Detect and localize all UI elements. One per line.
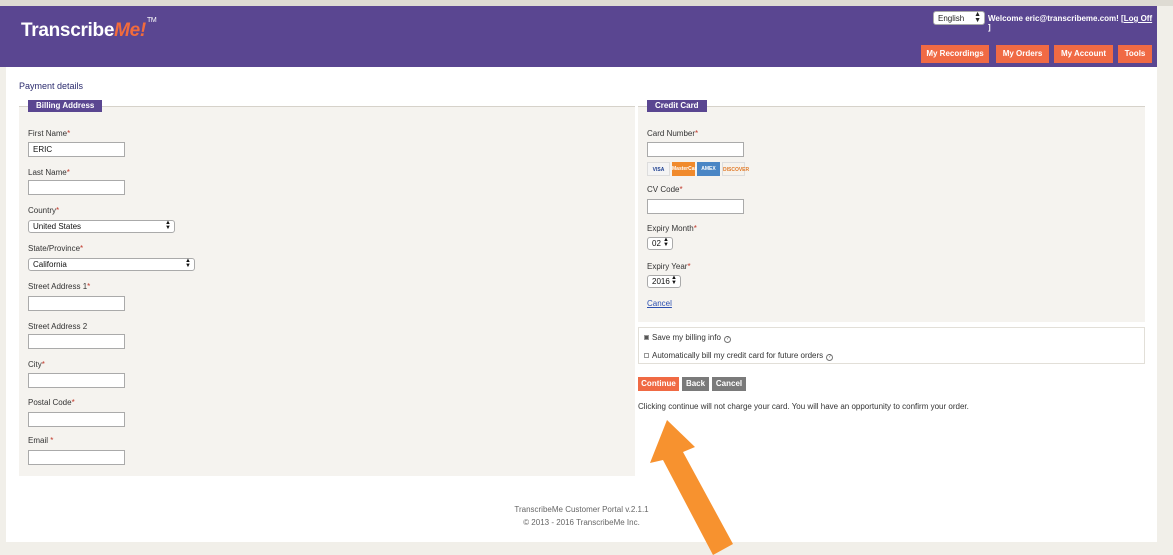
annotation-arrow-icon [650, 420, 733, 555]
logo-trademark: TM [146, 17, 157, 24]
street1-label: Street Address 1* [28, 282, 91, 291]
cv-code-label: CV Code* [647, 185, 683, 194]
continue-note: Clicking continue will not charge your c… [638, 402, 969, 411]
state-value: California [33, 260, 67, 269]
footer-version: TranscribeMe Customer Portal v.2.1.1 [514, 505, 649, 514]
credit-card-panel [638, 106, 1145, 322]
mastercard-icon: MasterCard [672, 162, 700, 176]
main-content: Payment details Billing Address First Na… [6, 67, 1157, 542]
help-icon[interactable]: ? [826, 354, 834, 361]
card-cancel-link[interactable]: Cancel [647, 299, 672, 308]
first-name-label: First Name* [28, 129, 71, 138]
amex-icon: AMEX [697, 162, 720, 176]
email-input[interactable] [28, 450, 125, 465]
street2-label: Street Address 2 [28, 322, 88, 331]
country-select[interactable]: United States ▲ ▼ [28, 220, 175, 233]
select-updown-icon: ▲ ▼ [165, 220, 171, 231]
billing-options: Save my billing info? Automatically bill… [638, 327, 1145, 364]
page-title: Payment details [19, 81, 84, 91]
email-label: Email * [28, 436, 54, 445]
state-select[interactable]: California ▲ ▼ [28, 258, 195, 271]
save-billing-label: Save my billing info [652, 333, 721, 342]
expiry-month-value: 02 [652, 239, 661, 248]
first-name-input[interactable] [28, 142, 125, 157]
street1-input[interactable] [28, 296, 125, 311]
nav-my-orders[interactable]: My Orders [996, 45, 1049, 63]
footer-copyright: © 2013 - 2016 TranscribeMe Inc. [523, 518, 640, 527]
select-updown-icon: ▲ ▼ [671, 275, 677, 286]
welcome-message: Welcome eric@transcribeme.com! [ [988, 14, 1124, 23]
cv-code-input[interactable] [647, 199, 744, 214]
state-label: State/Province* [28, 244, 84, 253]
transcribeme-logo[interactable]: TranscribeMe!TM [21, 17, 157, 42]
postal-code-label: Postal Code* [28, 398, 75, 407]
app-header: TranscribeMe!TM English ▲ ▼ Welcome eric@… [0, 6, 1157, 67]
postal-code-input[interactable] [28, 412, 125, 427]
cancel-button[interactable]: Cancel [712, 377, 746, 391]
select-updown-icon: ▲ ▼ [974, 11, 981, 24]
card-number-input[interactable] [647, 142, 744, 157]
last-name-input[interactable] [28, 180, 125, 195]
country-value: United States [33, 222, 82, 231]
expiry-year-label: Expiry Year* [647, 262, 691, 271]
country-label: Country* [28, 206, 60, 215]
language-select[interactable]: English ▲ ▼ [933, 11, 985, 25]
help-icon[interactable]: ? [723, 336, 731, 343]
auto-bill-label: Automatically bill my credit card for fu… [652, 351, 824, 360]
last-name-label: Last Name* [28, 168, 70, 177]
credit-card-legend: Credit Card [647, 100, 707, 112]
visa-icon: VISA [647, 162, 670, 176]
welcome-close: ] [988, 23, 991, 32]
expiry-year-value: 2016 [652, 277, 670, 286]
logoff-link[interactable]: Log Off [1124, 14, 1152, 23]
select-updown-icon: ▲ ▼ [663, 237, 669, 248]
nav-my-recordings[interactable]: My Recordings [921, 45, 989, 63]
expiry-month-select[interactable]: 02 ▲ ▼ [647, 237, 673, 250]
logo-accent-text: Me! [114, 20, 146, 41]
auto-bill-checkbox[interactable] [644, 353, 649, 358]
back-button[interactable]: Back [682, 377, 709, 391]
save-billing-option[interactable]: Save my billing info? [644, 333, 731, 343]
expiry-year-select[interactable]: 2016 ▲ ▼ [647, 275, 681, 288]
city-input[interactable] [28, 373, 125, 388]
nav-my-account[interactable]: My Account [1054, 45, 1113, 63]
language-value: English [938, 14, 965, 23]
card-number-label: Card Number* [647, 129, 699, 138]
city-label: City* [28, 360, 45, 369]
continue-button[interactable]: Continue [638, 377, 679, 391]
welcome-text: Welcome eric@transcribeme.com! [Log Off … [988, 14, 1157, 32]
street2-input[interactable] [28, 334, 125, 349]
discover-icon: DISCOVER [722, 162, 749, 176]
auto-bill-option[interactable]: Automatically bill my credit card for fu… [644, 351, 834, 361]
nav-tools[interactable]: Tools [1118, 45, 1152, 63]
billing-address-legend: Billing Address [28, 100, 103, 112]
expiry-month-label: Expiry Month* [647, 224, 697, 233]
save-billing-checkbox[interactable] [644, 335, 649, 340]
select-updown-icon: ▲ ▼ [185, 258, 191, 269]
logo-main-text: Transcribe [21, 20, 115, 41]
